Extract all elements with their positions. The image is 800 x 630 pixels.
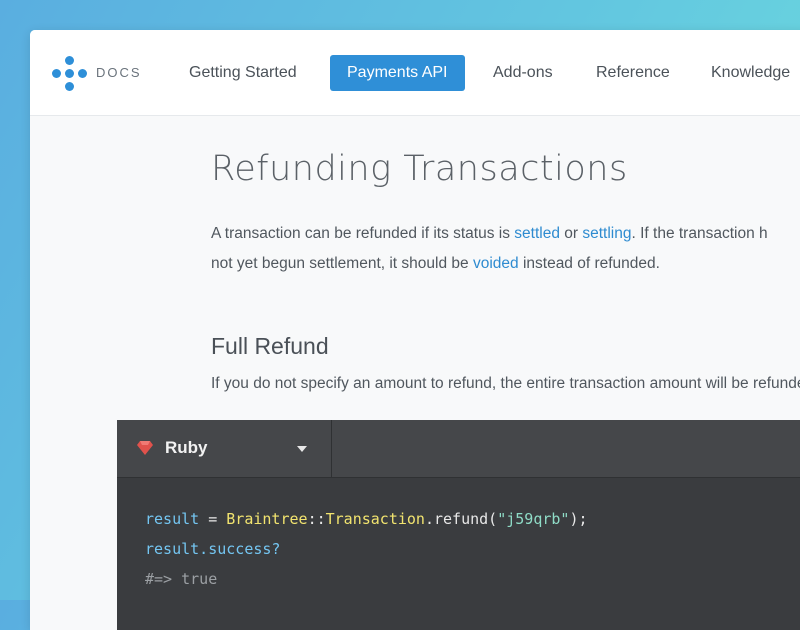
tab-reference[interactable]: Reference <box>596 55 670 91</box>
intro-paragraph: A transaction can be refunded if its sta… <box>211 219 800 279</box>
code-lines: result = Braintree::Transaction.refund("… <box>145 504 588 594</box>
tab-payments-api[interactable]: Payments API <box>330 55 465 91</box>
code-token-string: "j59qrb" <box>497 510 570 528</box>
docs-window: DOCS Getting Started Payments API Add-on… <box>30 30 800 630</box>
code-token-var: result <box>145 510 200 528</box>
ruby-gem-icon <box>137 441 153 455</box>
tab-knowledge[interactable]: Knowledge <box>711 55 790 91</box>
code-token-op: :: <box>307 510 326 528</box>
code-toolbar: Ruby <box>117 420 800 478</box>
intro-text: or <box>559 225 583 242</box>
language-label: Ruby <box>165 438 208 457</box>
code-line: result = Braintree::Transaction.refund("… <box>145 510 588 528</box>
top-nav: DOCS Getting Started Payments API Add-on… <box>30 30 800 116</box>
intro-text: . If the transaction h <box>631 225 768 242</box>
full-refund-paragraph: If you do not specify an amount to refun… <box>211 375 800 392</box>
language-select[interactable]: Ruby <box>117 420 332 477</box>
tab-add-ons[interactable]: Add-ons <box>493 55 553 91</box>
chevron-down-icon <box>297 446 307 452</box>
code-example: Ruby result = Braintree::Transaction.ref… <box>117 420 800 630</box>
link-settling[interactable]: settling <box>582 225 631 242</box>
intro-text: A transaction can be refunded if its sta… <box>211 225 515 242</box>
code-token-op: ); <box>569 510 588 528</box>
code-token-op: = <box>199 510 227 528</box>
code-token-const: Braintree <box>226 510 308 528</box>
code-line: result.success? <box>145 540 281 558</box>
braintree-logo-icon[interactable] <box>52 56 88 92</box>
section-heading-full-refund: Full Refund <box>211 333 329 359</box>
tab-getting-started[interactable]: Getting Started <box>189 55 297 91</box>
code-comment-line: #=> true <box>145 570 218 588</box>
docs-brand-label[interactable]: DOCS <box>96 65 142 80</box>
link-settled[interactable]: settled <box>514 225 560 242</box>
link-voided[interactable]: voided <box>473 255 519 272</box>
code-token-call: .refund( <box>424 510 498 528</box>
code-token-const: Transaction <box>325 510 425 528</box>
intro-text: instead of refunded. <box>518 255 660 272</box>
page-title: Refunding Transactions <box>211 149 628 189</box>
intro-text: not yet begun settlement, it should be <box>211 255 473 272</box>
